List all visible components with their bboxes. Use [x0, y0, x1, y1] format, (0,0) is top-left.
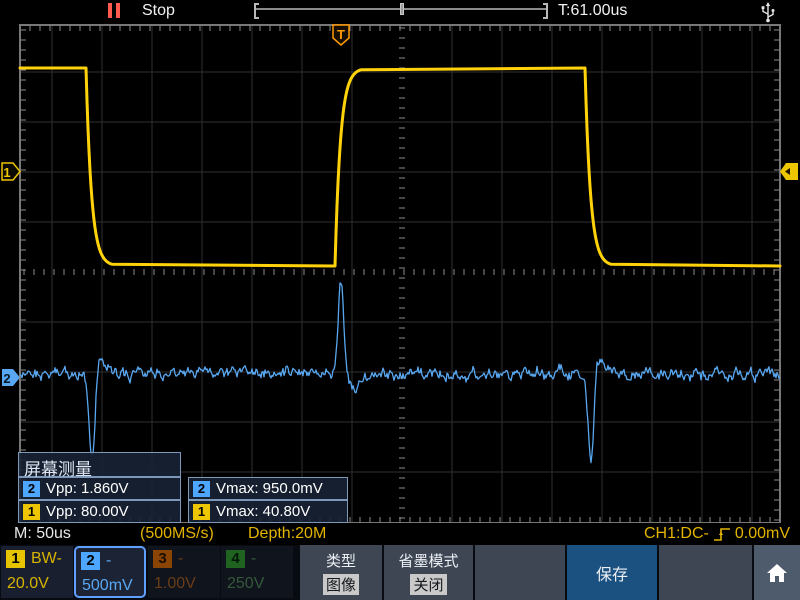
channel4-scale: 250V: [227, 575, 264, 593]
channel3-badge: 3: [153, 550, 172, 568]
channel2-badge: 2: [81, 552, 100, 570]
svg-text:T: T: [337, 27, 345, 42]
ch1-ground-marker[interactable]: 1: [2, 163, 20, 180]
measure-cell: 2 Vpp: 1.860V: [18, 477, 181, 500]
channel1-scale: 20.0V: [7, 575, 49, 593]
channel1-badge: 1: [6, 550, 25, 568]
memory-depth-label: Depth:20M: [248, 525, 326, 543]
grid-ticks: [20, 25, 780, 523]
channel4-coupling: -: [251, 550, 256, 568]
channel3-scale: 1.00V: [154, 575, 196, 593]
trigger-position-marker[interactable]: T: [333, 25, 349, 45]
channel3-coupling: -: [178, 550, 183, 568]
channel1-coupling: BW-: [31, 550, 62, 568]
svg-text:1: 1: [3, 165, 10, 180]
measure-cell: 2 Vmax: 950.0mV: [188, 477, 348, 500]
type-label: 类型: [326, 550, 356, 571]
oscilloscope-screen: Stop T:61.00us T: [0, 0, 800, 600]
channel2-box[interactable]: 2 - 500mV: [74, 546, 146, 598]
timebase-label[interactable]: M: 50us: [14, 525, 71, 543]
ink-saver-value: 关闭: [410, 574, 446, 595]
channel2-coupling: -: [106, 552, 111, 570]
measure-cell: 1 Vmax: 40.80V: [188, 500, 348, 523]
ch2-ground-marker[interactable]: 2: [2, 369, 20, 386]
trigger-settings[interactable]: CH1:DC- 0.00mV: [644, 525, 790, 543]
measure-value: Vmax: 40.80V: [216, 503, 310, 520]
channel2-scale: 500mV: [82, 577, 133, 595]
sample-rate-label: (500MS/s): [140, 525, 214, 543]
status-bar: M: 50us (500MS/s) Depth:20M CH1:DC- 0.00…: [0, 523, 800, 545]
menu-type-button[interactable]: 类型 图像: [300, 545, 382, 600]
measure-value: Vpp: 80.00V: [46, 503, 129, 520]
type-value: 图像: [323, 574, 359, 595]
measure-value: Vpp: 1.860V: [46, 480, 129, 497]
channel4-box[interactable]: 4 - 250V: [221, 546, 293, 598]
channel1-box[interactable]: 1 BW- 20.0V: [1, 546, 73, 598]
save-label: 保存: [596, 561, 628, 585]
ch1-badge: 1: [23, 504, 40, 520]
ch1-badge: 1: [193, 504, 210, 520]
bottom-menu-bar: 1 BW- 20.0V 2 - 500mV 3 - 1.00V 4 - 250V…: [0, 545, 800, 600]
measure-panel-title: 屏幕测量: [18, 452, 181, 477]
menu-ink-saver-button[interactable]: 省墨模式 关闭: [384, 545, 473, 600]
save-button[interactable]: 保存: [567, 545, 657, 600]
channel4-badge: 4: [226, 550, 245, 568]
home-icon: [765, 561, 789, 585]
rising-edge-icon: [712, 526, 732, 543]
trigger-level-marker[interactable]: [780, 163, 798, 180]
trigger-source-label: CH1:DC-: [644, 525, 709, 543]
menu-empty-slot: [659, 545, 752, 600]
ch2-badge: 2: [193, 481, 210, 497]
ch2-waveform: [20, 283, 780, 463]
svg-text:2: 2: [3, 371, 10, 386]
measure-value: Vmax: 950.0mV: [216, 480, 323, 497]
ink-saver-label: 省墨模式: [398, 550, 458, 571]
home-button[interactable]: [754, 545, 800, 600]
channel3-box[interactable]: 3 - 1.00V: [148, 546, 220, 598]
ch2-badge: 2: [23, 481, 40, 497]
trigger-level-label: 0.00mV: [735, 525, 790, 543]
measure-cell: 1 Vpp: 80.00V: [18, 500, 181, 523]
menu-empty-slot: [475, 545, 565, 600]
